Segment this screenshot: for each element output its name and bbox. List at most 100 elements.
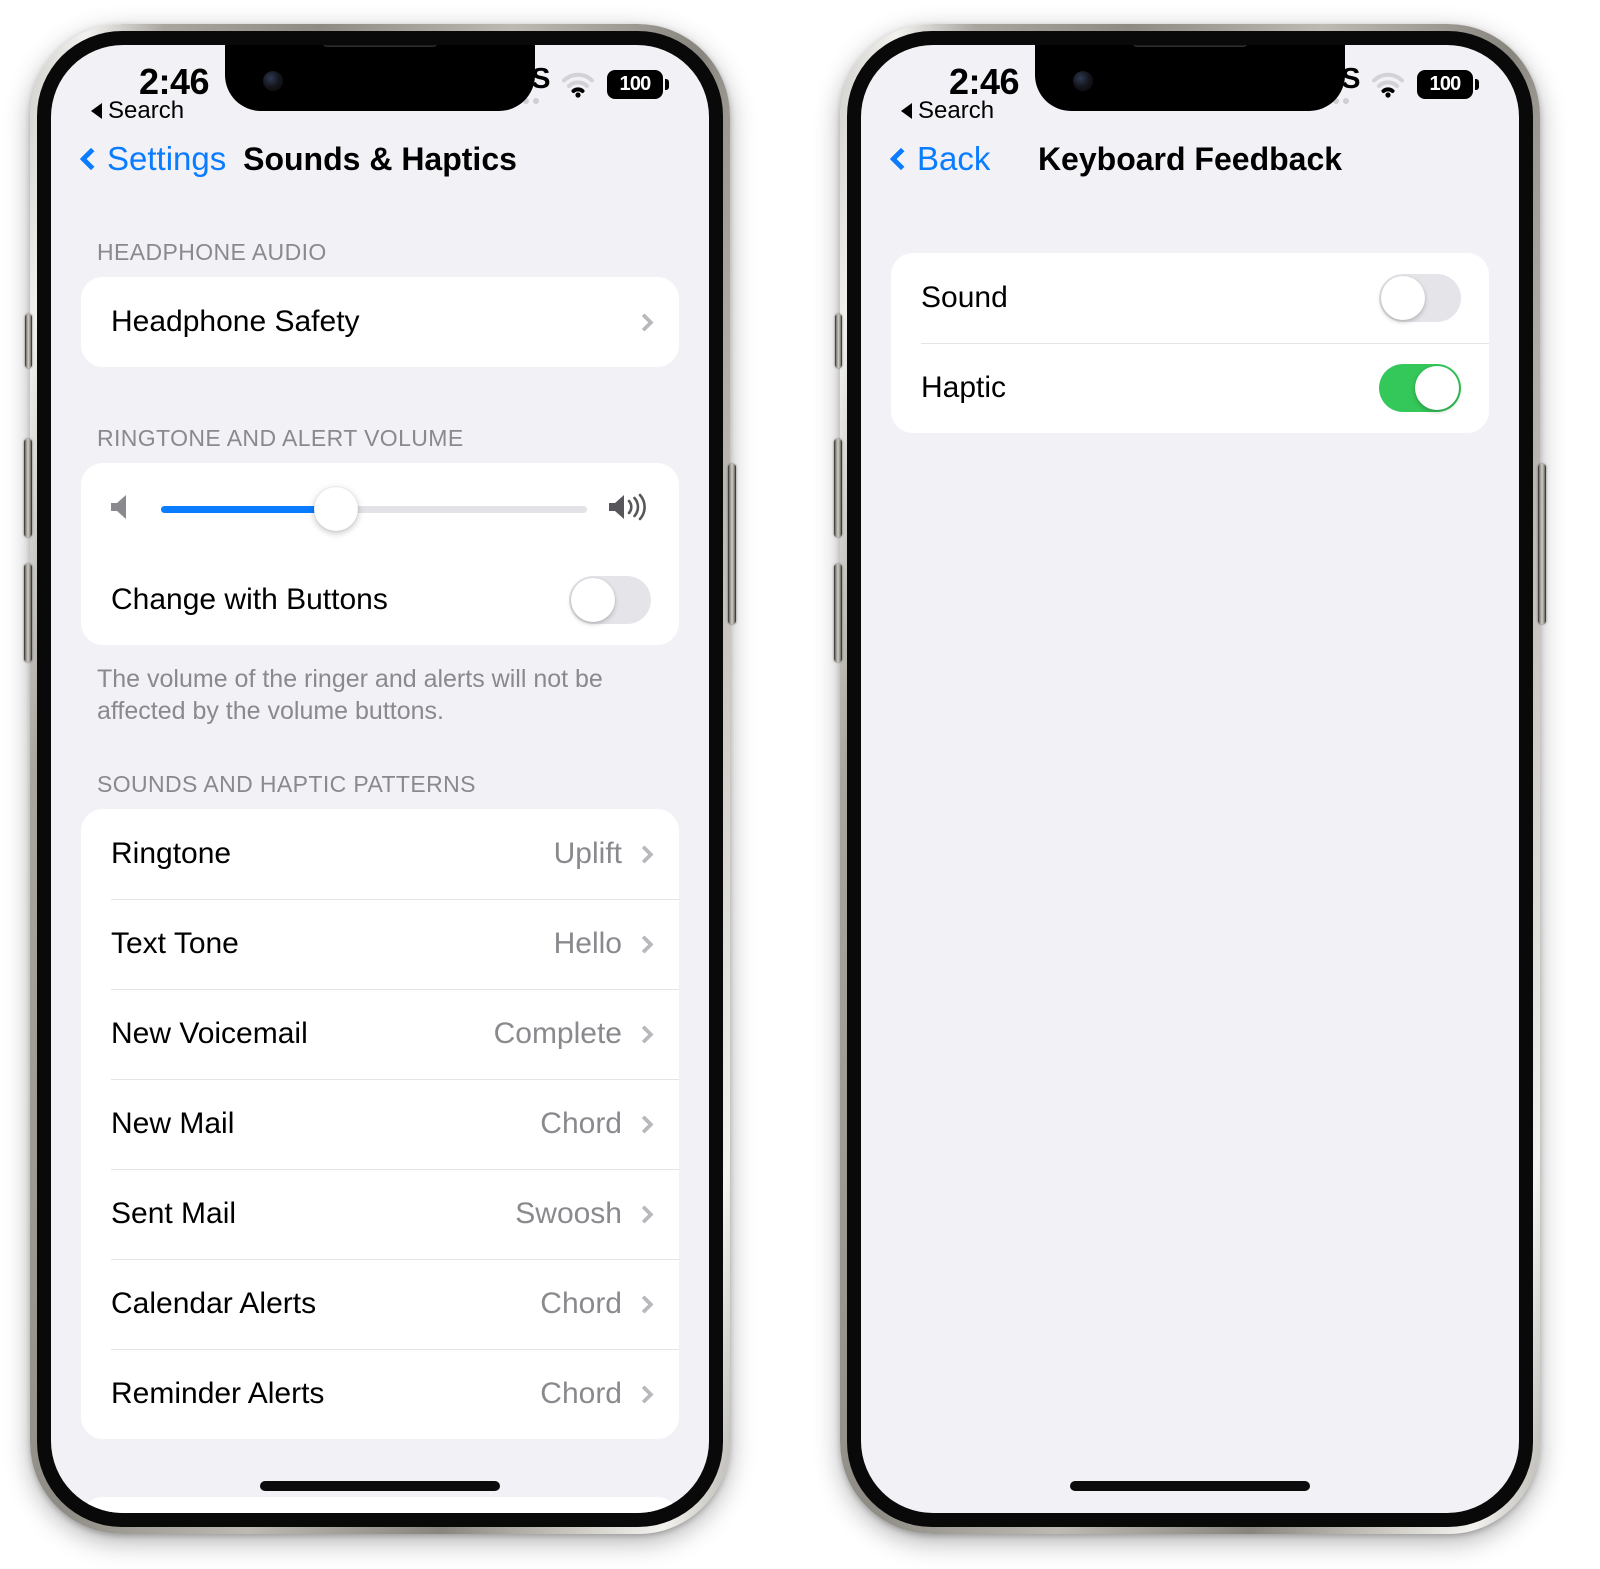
section-card-keyboard-feedback: Sound Haptic <box>891 253 1489 433</box>
row-label: Sound <box>921 281 1008 314</box>
row-sent-mail[interactable]: Sent Mail Swoosh <box>81 1169 679 1259</box>
home-indicator[interactable] <box>1070 1481 1310 1491</box>
chevron-right-icon <box>635 1114 654 1134</box>
row-reminder-alerts[interactable]: Reminder Alerts Chord <box>81 1349 679 1439</box>
search-back-link[interactable]: Search <box>901 97 994 125</box>
row-value: Uplift <box>553 837 622 870</box>
row-accessory: Swoosh <box>515 1197 654 1231</box>
home-indicator[interactable] <box>260 1481 500 1491</box>
page-title: Keyboard Feedback <box>1037 140 1343 177</box>
chevron-left-icon <box>79 147 103 171</box>
chevron-right-icon <box>635 844 654 864</box>
chevron-right-icon <box>635 1384 654 1404</box>
volume-slider-fill <box>161 505 336 513</box>
screen-left: 2:46 SOS 100 <box>51 45 709 1513</box>
wifi-icon <box>561 72 595 98</box>
settings-content: Sound Haptic <box>861 195 1519 433</box>
toggle-knob <box>1381 276 1425 320</box>
row-sound[interactable]: Sound <box>891 253 1489 343</box>
front-camera-icon <box>263 71 283 91</box>
mute-switch-button[interactable] <box>25 314 32 368</box>
row-value: Chord <box>540 1107 622 1140</box>
row-calendar-alerts[interactable]: Calendar Alerts Chord <box>81 1259 679 1349</box>
volume-slider-thumb[interactable] <box>313 487 358 531</box>
search-back-label: Search <box>108 97 185 124</box>
volume-slider-track[interactable] <box>161 487 587 531</box>
back-triangle-icon <box>901 103 912 119</box>
iphone-device-right: 2:46 SOS 100 <box>834 24 1546 1534</box>
device-bezel: 2:46 SOS 100 <box>847 31 1533 1527</box>
row-ringtone[interactable]: Ringtone Uplift <box>81 809 679 899</box>
back-triangle-icon <box>91 103 102 119</box>
earpiece-speaker-icon <box>322 45 438 47</box>
toggle-knob <box>1415 366 1459 410</box>
section-card-sounds-haptic-patterns: Ringtone Uplift Text Tone Hello New Voic… <box>81 809 679 1439</box>
row-new-mail[interactable]: New Mail Chord <box>81 1079 679 1169</box>
section-header-sounds-haptic-patterns: SOUNDS AND HAPTIC PATTERNS <box>97 771 476 797</box>
footnote-volume: The volume of the ringer and alerts will… <box>97 665 603 725</box>
chevron-left-icon <box>889 147 913 171</box>
row-haptic[interactable]: Haptic <box>891 343 1489 433</box>
row-label: Change with Buttons <box>111 583 388 616</box>
notch <box>225 45 535 111</box>
row-value: Chord <box>540 1287 622 1320</box>
toggle-haptic[interactable] <box>1379 364 1461 412</box>
row-headphone-safety[interactable]: Headphone Safety <box>81 277 679 367</box>
chevron-right-icon <box>635 1294 654 1314</box>
toggle-knob <box>571 578 615 622</box>
front-camera-icon <box>1073 71 1093 91</box>
chevron-right-icon <box>635 934 654 954</box>
section-header-headphone-audio: HEADPHONE AUDIO <box>97 239 327 265</box>
speaker-low-icon <box>107 492 141 527</box>
navigation-bar: Settings Sounds & Haptics <box>51 123 709 195</box>
page-title: Sounds & Haptics <box>243 140 517 177</box>
row-label: Haptic <box>921 371 1007 404</box>
nav-back-button[interactable]: Settings <box>79 140 226 178</box>
power-button[interactable] <box>728 464 736 624</box>
row-change-with-buttons[interactable]: Change with Buttons <box>81 555 679 645</box>
device-bezel: 2:46 SOS 100 <box>37 31 723 1527</box>
wifi-icon <box>1371 72 1405 98</box>
mute-switch-button[interactable] <box>835 314 842 368</box>
volume-slider-row[interactable] <box>81 463 679 555</box>
row-label: Calendar Alerts <box>111 1287 317 1320</box>
toggle-change-with-buttons[interactable] <box>569 576 651 624</box>
speaker-high-icon <box>607 492 653 527</box>
row-value: Hello <box>553 927 622 960</box>
row-label: Ringtone <box>111 837 232 870</box>
battery-percent-label: 100 <box>1429 73 1462 95</box>
row-label: Sent Mail <box>111 1197 237 1230</box>
search-back-link[interactable]: Search <box>91 97 184 125</box>
volume-down-button[interactable] <box>24 564 32 662</box>
row-label: Headphone Safety <box>111 305 360 338</box>
row-label: New Voicemail <box>111 1017 308 1050</box>
row-value: Chord <box>540 1377 622 1410</box>
search-back-label: Search <box>918 97 995 124</box>
row-text-tone[interactable]: Text Tone Hello <box>81 899 679 989</box>
battery-percent-label: 100 <box>619 73 652 95</box>
section-card-headphone-audio: Headphone Safety <box>81 277 679 367</box>
volume-up-button[interactable] <box>834 439 842 537</box>
row-value: Complete <box>493 1017 622 1050</box>
row-keyboard-feedback[interactable]: Keyboard Feedback None <box>81 1497 679 1513</box>
volume-down-button[interactable] <box>834 564 842 662</box>
row-accessory: Uplift <box>553 837 654 871</box>
row-accessory: Complete <box>493 1017 654 1051</box>
nav-back-button[interactable]: Back <box>889 140 991 178</box>
notch <box>1035 45 1345 111</box>
row-value: Swoosh <box>515 1197 622 1230</box>
section-header-ringtone-volume: RINGTONE AND ALERT VOLUME <box>97 425 464 451</box>
row-accessory: Hello <box>553 927 654 961</box>
settings-content: HEADPHONE AUDIO Headphone Safety RINGTON… <box>51 195 709 1513</box>
nav-back-label: Back <box>917 140 991 177</box>
row-accessory <box>635 312 654 332</box>
chevron-right-icon <box>635 1024 654 1044</box>
power-button[interactable] <box>1538 464 1546 624</box>
battery-icon: 100 <box>607 70 669 99</box>
row-new-voicemail[interactable]: New Voicemail Complete <box>81 989 679 1079</box>
volume-up-button[interactable] <box>24 439 32 537</box>
toggle-sound[interactable] <box>1379 274 1461 322</box>
row-label: New Mail <box>111 1107 235 1140</box>
chevron-right-icon <box>635 312 654 332</box>
row-label: Text Tone <box>111 927 239 960</box>
